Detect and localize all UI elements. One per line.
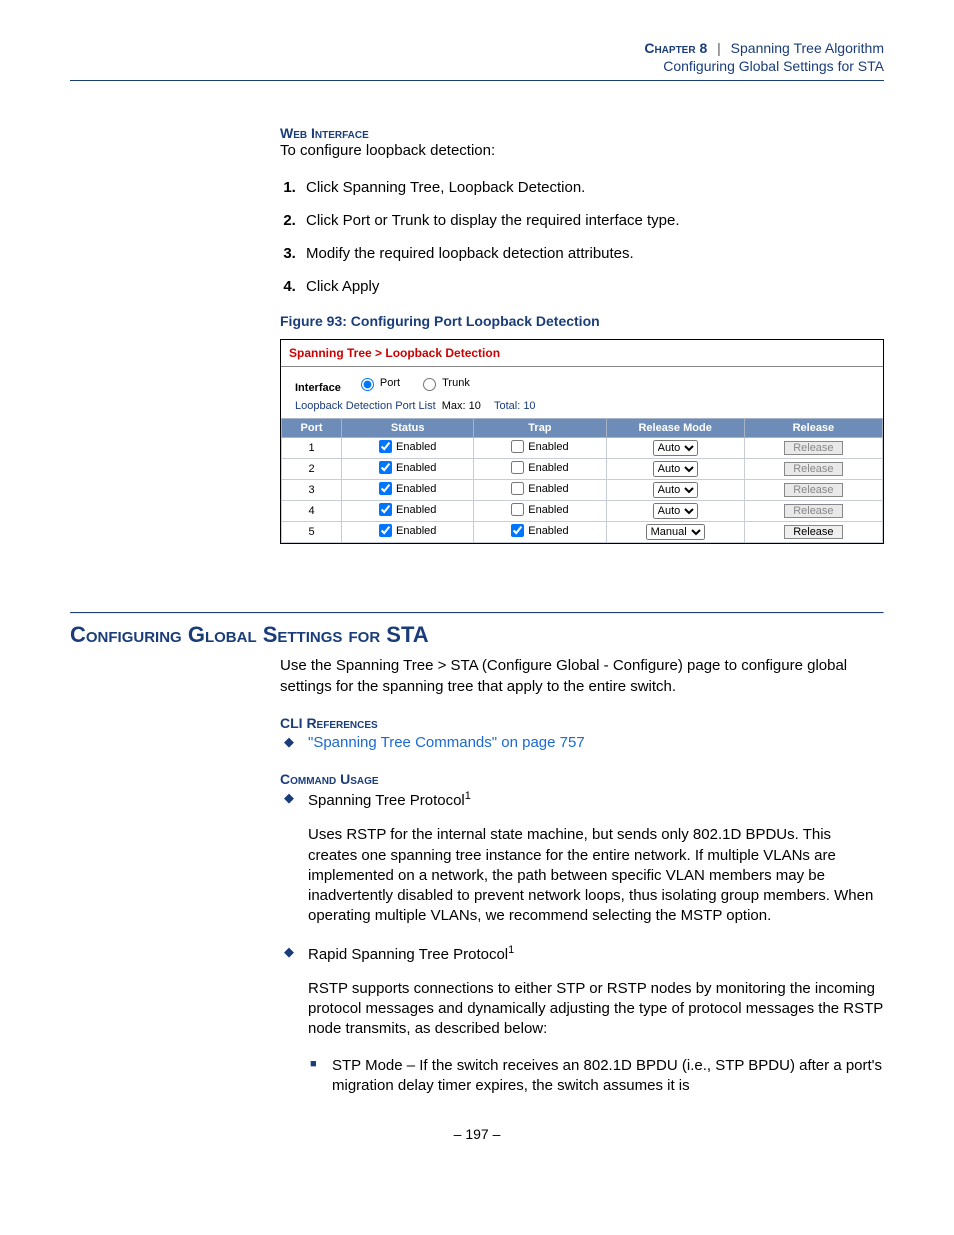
header-subtitle: Configuring Global Settings for STA bbox=[70, 58, 884, 74]
cell-port: 5 bbox=[282, 522, 342, 543]
trap-checkbox[interactable]: Enabled bbox=[511, 503, 568, 516]
section-rule bbox=[70, 612, 884, 614]
col-trap: Trap bbox=[474, 419, 606, 438]
step-item: Modify the required loopback detection a… bbox=[300, 245, 884, 262]
usage-stp-body: Uses RSTP for the internal state machine… bbox=[308, 825, 884, 926]
usage-stp-title: Spanning Tree Protocol bbox=[308, 792, 465, 809]
port-list-max: Max: 10 bbox=[442, 400, 481, 412]
steps-list: Click Spanning Tree, Loopback Detection.… bbox=[280, 179, 884, 295]
release-button[interactable]: Release bbox=[784, 525, 842, 539]
ui-screenshot: Spanning Tree > Loopback Detection Inter… bbox=[280, 339, 884, 544]
release-button[interactable]: Release bbox=[784, 462, 842, 476]
status-checkbox[interactable]: Enabled bbox=[379, 461, 436, 474]
table-row: 1 Enabled Enabled Auto Release bbox=[282, 438, 883, 459]
step-item: Click Spanning Tree, Loopback Detection. bbox=[300, 179, 884, 196]
release-mode-select[interactable]: Auto bbox=[653, 482, 698, 498]
usage-rstp-body: RSTP supports connections to either STP … bbox=[308, 979, 884, 1040]
table-row: 2 Enabled Enabled Auto Release bbox=[282, 459, 883, 480]
cell-port: 4 bbox=[282, 501, 342, 522]
page-header: Chapter 8 | Spanning Tree Algorithm Conf… bbox=[70, 40, 884, 81]
usage-item-rstp: Rapid Spanning Tree Protocol1 RSTP suppo… bbox=[280, 943, 884, 1097]
table-row: 4 Enabled Enabled Auto Release bbox=[282, 501, 883, 522]
cli-link[interactable]: "Spanning Tree Commands" on page 757 bbox=[308, 734, 585, 751]
radio-trunk-input[interactable] bbox=[423, 378, 436, 391]
port-table: Port Status Trap Release Mode Release 1 … bbox=[281, 418, 883, 543]
release-mode-select[interactable]: Manual bbox=[646, 524, 705, 540]
page-number: – 197 – bbox=[70, 1126, 884, 1142]
release-mode-select[interactable]: Auto bbox=[653, 461, 698, 477]
section-heading: Configuring Global Settings for STA bbox=[70, 622, 884, 648]
status-checkbox[interactable]: Enabled bbox=[379, 503, 436, 516]
usage-rstp-title: Rapid Spanning Tree Protocol bbox=[308, 946, 508, 963]
cli-link-item: "Spanning Tree Commands" on page 757 bbox=[280, 733, 884, 753]
step-item: Click Apply bbox=[300, 278, 884, 295]
port-list-label: Loopback Detection Port List bbox=[295, 400, 436, 412]
release-mode-select[interactable]: Auto bbox=[653, 503, 698, 519]
port-list-total: Total: 10 bbox=[494, 400, 536, 412]
status-checkbox[interactable]: Enabled bbox=[379, 524, 436, 537]
usage-rstp-sup: 1 bbox=[508, 944, 514, 956]
figure-caption: Figure 93: Configuring Port Loopback Det… bbox=[280, 313, 884, 329]
cell-port: 3 bbox=[282, 480, 342, 501]
usage-rstp-sub-stpmode: STP Mode – If the switch receives an 802… bbox=[308, 1056, 884, 1097]
radio-trunk-label: Trunk bbox=[442, 377, 470, 389]
chapter-title: Spanning Tree Algorithm bbox=[731, 40, 884, 56]
col-mode: Release Mode bbox=[606, 419, 744, 438]
cell-port: 2 bbox=[282, 459, 342, 480]
trap-checkbox[interactable]: Enabled bbox=[511, 482, 568, 495]
header-separator: | bbox=[717, 40, 721, 56]
release-button[interactable]: Release bbox=[784, 504, 842, 518]
status-checkbox[interactable]: Enabled bbox=[379, 482, 436, 495]
chapter-label: Chapter 8 bbox=[644, 40, 707, 56]
radio-port-label: Port bbox=[380, 377, 400, 389]
status-checkbox[interactable]: Enabled bbox=[379, 440, 436, 453]
step-item: Click Port or Trunk to display the requi… bbox=[300, 212, 884, 229]
web-interface-intro: To configure loopback detection: bbox=[280, 141, 884, 161]
radio-port-input[interactable] bbox=[361, 378, 374, 391]
col-status: Status bbox=[342, 419, 474, 438]
release-button[interactable]: Release bbox=[784, 441, 842, 455]
usage-stp-sup: 1 bbox=[465, 790, 471, 802]
trap-checkbox[interactable]: Enabled bbox=[511, 524, 568, 537]
radio-trunk[interactable]: Trunk bbox=[418, 375, 470, 391]
table-row: 3 Enabled Enabled Auto Release bbox=[282, 480, 883, 501]
release-mode-select[interactable]: Auto bbox=[653, 440, 698, 456]
web-interface-heading: Web Interface bbox=[280, 125, 884, 141]
trap-checkbox[interactable]: Enabled bbox=[511, 440, 568, 453]
table-row: 5 Enabled Enabled Manual Release bbox=[282, 522, 883, 543]
interface-label: Interface bbox=[295, 382, 341, 394]
usage-heading: Command Usage bbox=[280, 771, 884, 787]
cell-port: 1 bbox=[282, 438, 342, 459]
usage-item-stp: Spanning Tree Protocol1 Uses RSTP for th… bbox=[280, 789, 884, 927]
radio-port[interactable]: Port bbox=[356, 375, 400, 391]
col-port: Port bbox=[282, 419, 342, 438]
trap-checkbox[interactable]: Enabled bbox=[511, 461, 568, 474]
ui-breadcrumb: Spanning Tree > Loopback Detection bbox=[281, 340, 883, 367]
release-button[interactable]: Release bbox=[784, 483, 842, 497]
cli-heading: CLI References bbox=[280, 715, 884, 731]
section-intro: Use the Spanning Tree > STA (Configure G… bbox=[280, 656, 884, 697]
col-release: Release bbox=[744, 419, 882, 438]
